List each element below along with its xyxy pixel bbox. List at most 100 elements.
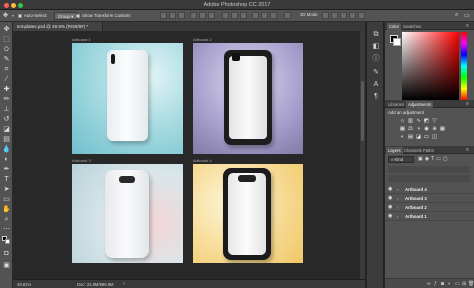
screen-mode-icon[interactable]: ▣ (2, 262, 11, 270)
align-hcenter-button[interactable] (199, 12, 206, 19)
color-lookup-icon[interactable]: ▦ (439, 126, 446, 132)
3d-rotate-button[interactable] (322, 12, 329, 19)
align-right-button[interactable] (208, 12, 215, 19)
distribute-button[interactable] (240, 12, 247, 19)
gradient-map-icon[interactable]: ▭ (423, 134, 430, 140)
history-panel-icon[interactable]: ⧉ (371, 30, 381, 39)
blur-tool-icon[interactable]: 💧 (2, 146, 11, 154)
scrollbar-thumb[interactable] (361, 81, 364, 141)
panel-menu-icon[interactable]: ≡ (466, 147, 469, 153)
distribute-button[interactable] (252, 12, 259, 19)
color-balance-icon[interactable]: ⚖ (407, 126, 414, 132)
adjustment-layer-icon[interactable]: ◐ (448, 281, 451, 287)
lock-fill-row[interactable] (388, 175, 470, 182)
tab-color[interactable]: Color (387, 23, 402, 30)
layer-filter-dropdown[interactable]: ⌕ Kind (388, 156, 414, 163)
marquee-tool-icon[interactable]: ⬚ (2, 36, 11, 44)
selective-color-icon[interactable]: ◫ (431, 134, 438, 140)
auto-select-dropdown[interactable]: Group ▾ (54, 12, 78, 20)
layer-row[interactable]: ◉ › Artboard 4 (385, 185, 474, 194)
workspace-icon[interactable]: ▭ (464, 12, 470, 19)
posterize-icon[interactable]: ▤ (407, 134, 414, 140)
history-brush-tool-icon[interactable]: ↺ (2, 116, 11, 124)
layer-row[interactable]: ◉ › Artboard 2 (385, 203, 474, 212)
crop-tool-icon[interactable]: ⌗ (2, 66, 11, 74)
threshold-icon[interactable]: ◪ (415, 134, 422, 140)
3d-scale-button[interactable] (358, 12, 365, 19)
show-transform-checkbox[interactable]: Show Transform Controls (76, 12, 130, 20)
info-panel-icon[interactable]: ⓘ (371, 54, 381, 63)
visibility-eye-icon[interactable]: ◉ (388, 213, 392, 219)
tool-preset-chevron-icon[interactable]: ▾ (12, 13, 14, 18)
artboard-2[interactable] (193, 43, 303, 154)
3d-pan-button[interactable] (340, 12, 347, 19)
more-tools-icon[interactable]: ⋯ (2, 226, 11, 234)
panel-menu-icon[interactable]: ≡ (466, 101, 469, 107)
black-white-icon[interactable]: ◑ (415, 126, 422, 132)
properties-panel-icon[interactable]: ◧ (371, 42, 381, 51)
auto-select-checkbox[interactable]: Auto-Select: (18, 12, 47, 20)
align-bottom-button[interactable] (178, 12, 185, 19)
tab-libraries[interactable]: Libraries (386, 101, 406, 108)
layer-row[interactable]: ◉ › Artboard 1 (385, 212, 474, 221)
auto-align-button[interactable] (284, 12, 291, 19)
3d-slide-button[interactable] (349, 12, 356, 19)
hand-tool-icon[interactable]: ✋ (2, 206, 11, 214)
background-color-swatch[interactable] (5, 239, 10, 244)
fx-icon[interactable]: ƒ (434, 281, 437, 287)
status-menu-chevron-icon[interactable]: › (123, 281, 125, 287)
exposure-icon[interactable]: ◩ (423, 118, 430, 124)
brush-tool-icon[interactable]: ✏ (2, 96, 11, 104)
background-color-swatch[interactable] (393, 38, 401, 46)
panel-menu-icon[interactable]: ≡ (466, 23, 469, 29)
expand-arrow-icon[interactable]: › (397, 205, 398, 210)
brightness-contrast-icon[interactable]: ☼ (399, 118, 406, 124)
levels-icon[interactable]: ▥ (407, 118, 414, 124)
trash-icon[interactable]: 🗑 (468, 281, 474, 287)
align-left-button[interactable] (190, 12, 197, 19)
pen-tool-icon[interactable]: ✒ (2, 166, 11, 174)
zoom-level[interactable]: 49.81% (17, 282, 31, 287)
paragraph-panel-icon[interactable]: ¶ (371, 92, 381, 101)
search-icon[interactable]: ⌕ (455, 12, 458, 19)
invert-icon[interactable]: ◐ (399, 134, 406, 140)
artboard-4[interactable] (193, 164, 303, 263)
layer-filter-icons[interactable]: ▣◉T▭▢ (418, 156, 450, 162)
new-group-icon[interactable]: ▭ (455, 281, 460, 287)
color-picker-field[interactable] (402, 32, 459, 100)
hue-saturation-icon[interactable]: ▦ (399, 126, 406, 132)
lasso-tool-icon[interactable]: ଠ (2, 46, 11, 54)
align-top-button[interactable] (160, 12, 167, 19)
curves-icon[interactable]: ∿ (415, 118, 422, 124)
brush-panel-icon[interactable]: ✎ (371, 68, 381, 77)
channel-mixer-icon[interactable]: ⊕ (431, 126, 438, 132)
path-select-tool-icon[interactable]: ➤ (2, 186, 11, 194)
visibility-eye-icon[interactable]: ◉ (388, 195, 392, 201)
visibility-eye-icon[interactable]: ◉ (388, 186, 392, 192)
add-mask-icon[interactable]: ◙ (441, 281, 444, 287)
distribute-button[interactable] (222, 12, 229, 19)
rectangle-tool-icon[interactable]: ▭ (2, 196, 11, 204)
vertical-scrollbar[interactable] (360, 31, 365, 279)
tab-swatches[interactable]: Swatches (401, 23, 423, 30)
artboard-1[interactable] (72, 43, 183, 154)
new-layer-icon[interactable]: ⊞ (462, 281, 466, 287)
expand-arrow-icon[interactable]: › (397, 187, 398, 192)
distribute-button[interactable] (261, 12, 268, 19)
move-tool-icon[interactable]: ✥ (3, 12, 11, 20)
photo-filter-icon[interactable]: ◉ (423, 126, 430, 132)
visibility-eye-icon[interactable]: ◉ (388, 204, 392, 210)
character-panel-icon[interactable]: A (371, 80, 381, 89)
gradient-tool-icon[interactable]: ▤ (2, 136, 11, 144)
blend-opacity-row[interactable] (388, 166, 470, 173)
tab-adjustments[interactable]: Adjustments (406, 101, 434, 108)
canvas-area[interactable]: Artboard 1 Artboard 2 Artboard 3 Artboar… (13, 31, 365, 279)
align-vcenter-button[interactable] (169, 12, 176, 19)
eraser-tool-icon[interactable]: ◪ (2, 126, 11, 134)
link-layers-icon[interactable]: ∞ (427, 281, 431, 287)
document-tab[interactable]: templates.psd @ 49.8% (RGB/8#) * (13, 22, 103, 31)
expand-arrow-icon[interactable]: › (397, 196, 398, 201)
dodge-tool-icon[interactable]: ◐ (2, 156, 11, 164)
quick-mask-icon[interactable]: ◘ (2, 250, 11, 258)
vibrance-icon[interactable]: ▽ (431, 118, 438, 124)
